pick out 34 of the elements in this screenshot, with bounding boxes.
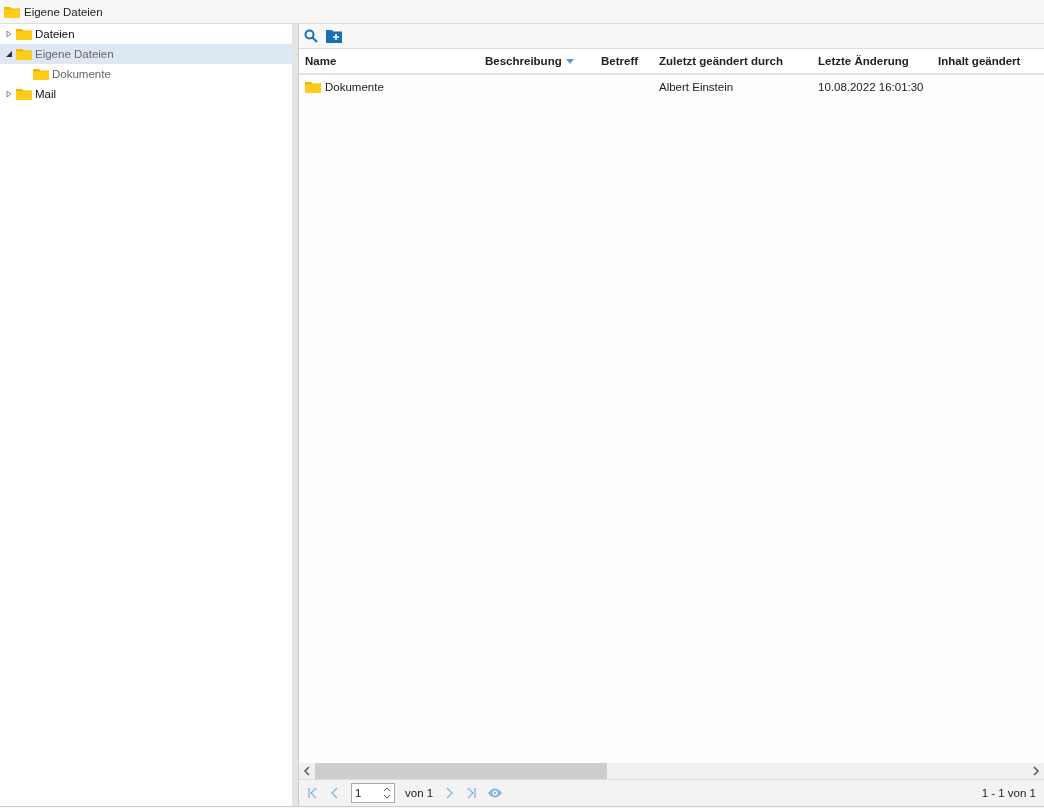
- spinner-icon[interactable]: [383, 786, 391, 800]
- first-page-icon[interactable]: [307, 787, 319, 799]
- sort-arrow-icon: [565, 58, 574, 64]
- record-summary: 1 - 1 von 1: [981, 787, 1036, 799]
- table-cell: Dokumente: [325, 81, 384, 93]
- column-header[interactable]: Name: [299, 55, 479, 67]
- column-header[interactable]: Zuletzt geändert durch: [653, 55, 812, 67]
- page-input-field[interactable]: 1: [351, 783, 395, 803]
- last-page-icon[interactable]: [465, 787, 478, 799]
- column-header[interactable]: Beschreibung: [479, 55, 595, 67]
- eye-icon[interactable]: [487, 787, 504, 799]
- table-cell: 10.08.2022 16:01:30: [818, 81, 924, 93]
- folder-icon: [16, 28, 32, 40]
- page-count: von 1: [405, 787, 434, 799]
- table-cell: Albert Einstein: [659, 81, 734, 93]
- expanded-arrow-icon[interactable]: [5, 50, 13, 58]
- folder-icon: [4, 5, 20, 18]
- collapsed-arrow-icon[interactable]: [5, 90, 13, 98]
- folder-icon: [33, 68, 49, 80]
- tree-item[interactable]: Eigene Dateien: [0, 44, 292, 64]
- folder-icon: [16, 48, 32, 60]
- tree-item[interactable]: Dokumente: [0, 64, 292, 84]
- column-header[interactable]: Betreff: [595, 55, 653, 67]
- collapsed-arrow-icon[interactable]: [5, 30, 13, 38]
- window-title: Eigene Dateien: [24, 5, 103, 18]
- search-icon[interactable]: [304, 29, 318, 43]
- folder-icon: [16, 88, 32, 100]
- folder-icon: [305, 81, 321, 93]
- scrollbar-thumb[interactable]: [315, 763, 607, 779]
- column-header[interactable]: Letzte Änderung: [812, 55, 932, 67]
- column-header[interactable]: Inhalt geändert: [932, 55, 1044, 67]
- tree-item[interactable]: Mail: [0, 84, 292, 104]
- new-folder-icon[interactable]: [326, 29, 342, 43]
- tree-item[interactable]: Dateien: [0, 24, 292, 44]
